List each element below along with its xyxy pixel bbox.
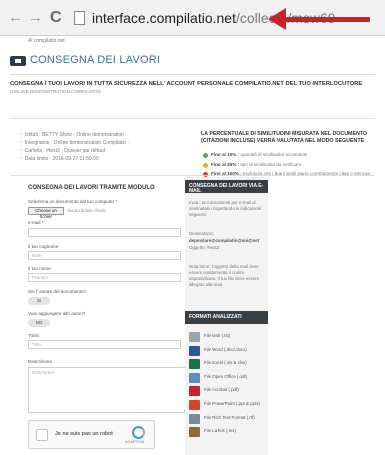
captcha-label: Je ne suis pas un robot: [55, 431, 113, 437]
word-file-icon: [189, 345, 200, 356]
info-teacher: Insegnante : Online demonstration Compil…: [20, 139, 130, 147]
lastname-label: Il tuo cognome: [28, 244, 59, 249]
openoffice-file-icon: [189, 372, 200, 383]
assignment-info: Istituti : BETTY Show - Online demonstra…: [20, 131, 130, 163]
format-item: File Acrobat (.pdf): [189, 385, 269, 399]
annotation-arrow-icon: [268, 8, 370, 30]
formats-heading: FORMATI ANALIZZATI: [185, 311, 268, 324]
formats-list: File testi (.txt) File Word (.doc/.docx)…: [189, 331, 269, 440]
browser-toolbar: ← → C interface.compilatio.net/collecte/…: [0, 0, 385, 36]
latex-file-icon: [189, 427, 200, 438]
firstname-field[interactable]: Prénom: [28, 273, 181, 282]
firstname-label: Il tuo nome: [28, 266, 51, 271]
format-item: File LaTeX (.tex): [189, 426, 269, 440]
inbox-icon: [10, 56, 26, 66]
file-label: Seleziona un documento dal tuo computer …: [28, 199, 118, 204]
format-item: File Word (.doc/.docx): [189, 345, 269, 359]
divider: [10, 74, 375, 75]
similarity-heading: LA PERCENTUALE DI SIMILITUDINI MISURATA …: [201, 131, 368, 144]
info-folder: Cartella : #test3 - Dossier par défaut: [20, 147, 129, 155]
author-label: Sei l' autore del documento?: [28, 289, 87, 294]
pdf-file-icon: [189, 386, 200, 397]
author-toggle[interactable]: Si: [28, 297, 50, 305]
recipient-address[interactable]: depositare@compilatio@uni@net: [189, 238, 265, 244]
powerpoint-file-icon: [189, 399, 200, 410]
recipient-label: Destinatario:: [189, 231, 214, 236]
title-field[interactable]: Titre: [28, 340, 181, 349]
text-file-icon: [189, 332, 200, 342]
page-title: CONSEGNA DEI LAVORI: [30, 54, 161, 66]
url-host: interface.compilatio.net: [92, 10, 236, 26]
email-field[interactable]: [28, 228, 181, 237]
format-item: File Excel (.xls & xlsx): [189, 358, 269, 372]
orange-dot-icon: [203, 162, 208, 168]
reload-icon[interactable]: C: [50, 9, 62, 27]
subject-label: Oggetto: #test3: [189, 245, 220, 250]
form-title: CONSEGNA DEI LAVORI TRAMITE MODULO: [28, 185, 155, 191]
info-deadline: Data limite : 2016-09-27 11:59:00: [20, 155, 129, 163]
lead-subtext: (ONLINE DEMONSTRATION COMPILATIO): [10, 89, 101, 94]
choose-file-button[interactable]: Choose un fichier: [28, 207, 64, 219]
title-label: Titolo: [28, 333, 40, 338]
description-textarea[interactable]: Description: [28, 367, 191, 413]
coauthors-toggle[interactable]: NO: [28, 319, 50, 327]
legend-item: Fino al 25% : tipo di similitudini da ve…: [203, 162, 375, 169]
back-arrow-icon[interactable]: ←: [8, 9, 23, 27]
email-label: e-mail *: [28, 220, 44, 225]
recaptcha-widget: Je ne suis pas un robot reCAPTCHA: [28, 420, 155, 449]
format-item: File testi (.txt): [189, 331, 269, 345]
coauthors-label: Vuoi aggiungere altri autori?: [28, 311, 86, 316]
email-panel-heading: CONSEGNA DEI LAVORI VIA E-MAIL: [185, 180, 268, 194]
forward-arrow-icon[interactable]: →: [28, 9, 43, 27]
info-institute: Istituti : BETTY Show - Online demonstra…: [20, 131, 129, 139]
page-icon: [74, 11, 85, 25]
rtf-file-icon: [189, 413, 200, 424]
page-lead: CONSEGNA I TUOI LAVORI IN TUTTA SICUREZZ…: [10, 80, 375, 96]
recaptcha-brand: reCAPTCHA: [125, 440, 145, 444]
captcha-checkbox[interactable]: [36, 429, 48, 441]
lastname-field[interactable]: Nom: [28, 251, 181, 260]
email-note: Nota bene: l'oggetto della mail deve ess…: [189, 264, 260, 287]
divider: [10, 118, 375, 119]
legend-item: Fino al 10% : quantità di similitudini a…: [203, 152, 375, 159]
lead-text: CONSEGNA I TUOI LAVORI IN TUTTA SICUREZZ…: [10, 81, 363, 87]
divider: [10, 175, 375, 176]
green-dot-icon: [203, 153, 208, 158]
header-caption: Al compilatio.net: [28, 38, 65, 44]
description-label: Descrizione: [28, 359, 52, 364]
format-item: File Open Office (.odt): [189, 372, 269, 386]
format-item: File Rich Text Format (.rtf): [189, 413, 269, 427]
file-status: Aucun fichier choisi: [67, 208, 106, 213]
recaptcha-logo-icon: [132, 426, 145, 439]
email-instructions: Invia i tuoi documenti per e-mail al des…: [189, 200, 262, 217]
format-item: File PowerPoint (.ppt & pptx): [189, 399, 269, 413]
excel-file-icon: [189, 359, 200, 370]
